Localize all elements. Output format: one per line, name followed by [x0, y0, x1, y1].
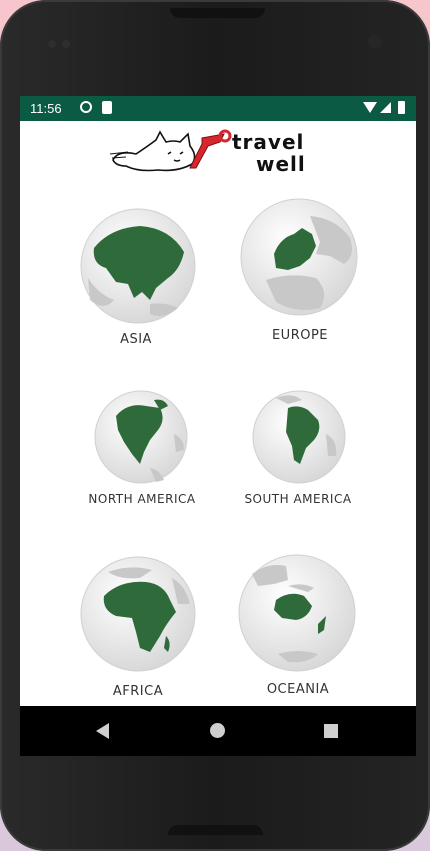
continent-card-south-america[interactable]: SOUTH AMERICA: [236, 388, 366, 508]
status-time: 11:56: [30, 101, 62, 116]
proximity-sensor: [368, 35, 382, 49]
globe-africa-icon: [80, 556, 196, 672]
back-icon[interactable]: [96, 723, 109, 739]
continent-card-oceania[interactable]: OCEANIA: [236, 554, 366, 704]
earpiece-speaker: [170, 8, 265, 18]
continent-label-oceania: OCEANIA: [266, 682, 330, 697]
battery-icon: [398, 101, 405, 114]
globe-south-america-icon: [252, 390, 346, 484]
sd-card-icon: [102, 101, 112, 114]
globe-europe-icon: [240, 198, 358, 316]
logo-text-well: well: [256, 152, 306, 176]
continent-card-north-america[interactable]: NORTH AMERICA: [76, 388, 206, 508]
continent-card-africa[interactable]: AFRICA: [76, 554, 206, 704]
continent-label-north-america: NORTH AMERICA: [88, 492, 196, 506]
continent-label-europe: EUROPE: [271, 328, 329, 343]
cell-signal-icon: [380, 102, 391, 113]
front-camera: [48, 40, 56, 48]
globe-north-america-icon: [94, 390, 188, 484]
screen: 11:56 travel well ASIA EUROPE NORTH AMER…: [20, 96, 416, 756]
sync-icon: [80, 101, 92, 113]
continent-card-europe[interactable]: EUROPE: [236, 198, 366, 348]
continent-label-africa: AFRICA: [112, 684, 164, 699]
wifi-icon: [363, 102, 377, 113]
continent-card-asia[interactable]: ASIA: [76, 204, 206, 354]
status-bar: 11:56: [20, 96, 416, 121]
front-sensor: [62, 40, 70, 48]
continent-label-asia: ASIA: [120, 332, 152, 347]
home-icon[interactable]: [210, 723, 225, 738]
continent-label-south-america: SOUTH AMERICA: [244, 492, 352, 506]
globe-asia-icon: [80, 208, 196, 324]
recent-apps-icon[interactable]: [324, 724, 338, 738]
phone-frame: 11:56 travel well ASIA EUROPE NORTH AMER…: [0, 0, 430, 851]
logo-text-travel: travel: [232, 130, 305, 154]
cat-mascot-icon: [109, 129, 232, 172]
navigation-bar: [20, 706, 416, 756]
globe-oceania-icon: [238, 554, 356, 672]
app-logo: travel well: [108, 128, 338, 178]
bottom-speaker: [168, 825, 263, 835]
